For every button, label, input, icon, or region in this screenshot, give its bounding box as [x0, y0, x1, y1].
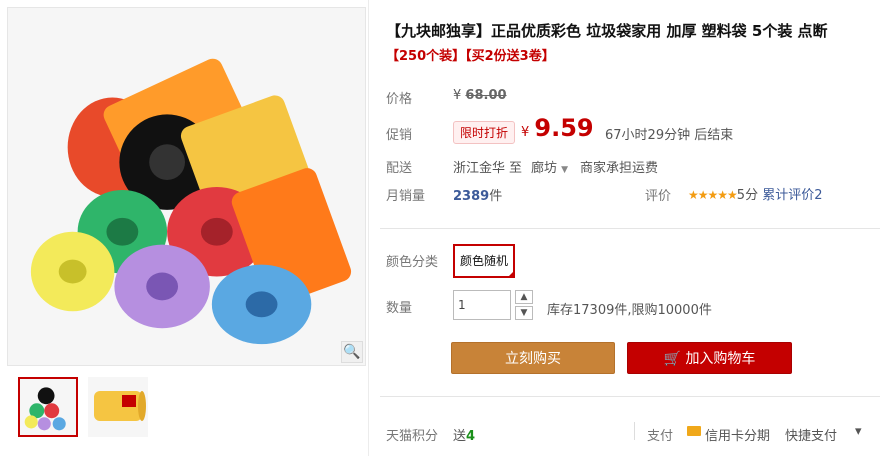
original-price: ¥ 68.00 [453, 88, 507, 103]
price-label: 价格 [386, 92, 413, 107]
chevron-down-icon: ▼ [561, 165, 569, 175]
points-label: 天猫积分 [386, 429, 439, 444]
footer-separator [634, 422, 635, 440]
credit-installment[interactable]: 信用卡分期 [705, 425, 770, 444]
rating-label: 评价 [645, 189, 672, 204]
credit-card-icon [687, 426, 701, 436]
sales-unit: 件 [489, 189, 503, 204]
quantity-label: 数量 [386, 301, 413, 316]
shipping-to-word: 至 [509, 161, 523, 176]
shipping-destination-select[interactable]: 廊坊 ▼ [531, 157, 568, 176]
color-option-random[interactable]: 颜色随机 [453, 244, 515, 278]
shipping-fee: 商家承担运费 [580, 161, 659, 176]
sales-label: 月销量 [386, 189, 426, 204]
trash-bag-rolls-photo [8, 8, 365, 365]
promo-currency: ¥ [521, 125, 530, 140]
product-title: 【九块邮独享】正品优质彩色 垃圾袋家用 加厚 塑料袋 5个装 点断 [386, 22, 828, 40]
section-divider [380, 228, 880, 229]
rating-stars-icon: ★★★★★ [688, 188, 738, 202]
quantity-up-button[interactable]: ▲ [515, 290, 533, 304]
original-price-value: 68.00 [465, 88, 507, 103]
add-to-cart-button[interactable]: 🛒 加入购物车 [627, 342, 792, 374]
promo-countdown: 67小时29分钟 后结束 [605, 128, 734, 143]
add-to-cart-label: 加入购物车 [685, 351, 756, 367]
shipping-from: 浙江金华 [453, 161, 506, 176]
quantity-input[interactable]: 1 [453, 290, 511, 320]
sales-count-wrap: 2389件 [453, 185, 502, 204]
promo-price: ¥ 9.59 [521, 114, 594, 142]
thumbnail-1[interactable] [18, 377, 78, 437]
thumbnail-rolls-image [20, 379, 76, 435]
payment-more-icon[interactable]: ▾ [855, 424, 862, 439]
reviews-link[interactable]: 累计评价2 [762, 188, 822, 203]
gallery-divider [368, 0, 369, 456]
shipping-destination: 廊坊 [531, 161, 558, 176]
rating-score: 5分 [736, 188, 759, 203]
original-price-currency: ¥ [453, 88, 462, 103]
promo-label: 促销 [386, 128, 413, 143]
sales-count: 2389 [453, 189, 490, 204]
promo-price-value: 9.59 [534, 114, 594, 142]
buy-now-button[interactable]: 立刻购买 [451, 342, 615, 374]
thumbnail-single-roll-image [88, 377, 148, 437]
product-subtitle: 【250个装】【买2份送3卷】 [386, 49, 555, 64]
color-label: 颜色分类 [386, 255, 439, 270]
rating: ★★★★★5分 累计评价2 [688, 184, 823, 203]
points-prefix: 送 [453, 429, 467, 444]
stock-info: 库存17309件,限购10000件 [547, 303, 712, 318]
footer-divider [380, 396, 880, 397]
points-value: 4 [466, 429, 476, 444]
thumbnail-2[interactable] [88, 377, 148, 437]
cart-icon: 🛒 [663, 351, 681, 367]
quick-pay[interactable]: 快捷支付 [785, 425, 837, 444]
product-main-image[interactable]: 🔍 [7, 7, 366, 366]
promo-badge: 限时打折 [453, 121, 516, 144]
zoom-icon[interactable]: 🔍 [341, 341, 363, 363]
payment-label: 支付 [647, 429, 674, 444]
points: 送4 [453, 425, 475, 444]
quantity-down-button[interactable]: ▼ [515, 306, 533, 320]
shipping-label: 配送 [386, 161, 413, 176]
